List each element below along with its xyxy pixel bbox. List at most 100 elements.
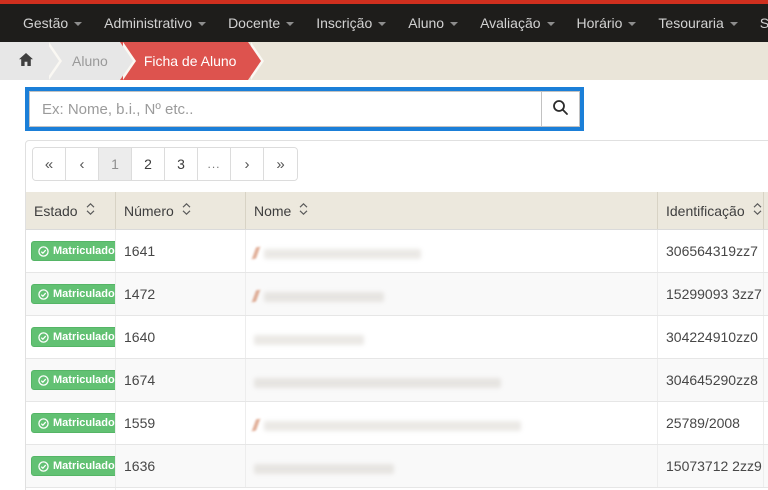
nav-item-administrativo[interactable]: Administrativo xyxy=(93,4,217,42)
pagination-page-3[interactable]: 3 xyxy=(165,148,198,180)
nome-cell-redacted xyxy=(246,445,658,487)
nav-item-label: Horário xyxy=(577,15,623,31)
redacted-name-blur xyxy=(254,464,394,474)
content-panel: «‹123...›» Estado Número Nome Identifica… xyxy=(25,140,768,490)
chevron-down-icon xyxy=(74,22,82,26)
column-header-numero[interactable]: Número xyxy=(116,192,246,229)
nav-item-inscricao[interactable]: Inscrição xyxy=(305,4,397,42)
nav-item-label: Inscrição xyxy=(316,15,372,31)
chevron-down-icon xyxy=(547,22,555,26)
search-highlight-box xyxy=(25,87,584,131)
identificacao-cell: 304224910zz0 xyxy=(658,316,764,358)
table-row[interactable]: Matriculado1641306564319zz7 xyxy=(26,230,768,273)
table-row[interactable]: Matriculado1559 25789/2008 xyxy=(26,402,768,445)
nome-cell-redacted xyxy=(246,273,658,315)
status-badge-label: Matriculado xyxy=(53,460,115,472)
pagination-first[interactable]: « xyxy=(33,148,66,180)
check-circle-icon xyxy=(38,418,49,429)
pagination-dots[interactable]: ... xyxy=(198,148,231,180)
numero-cell: 1559 xyxy=(116,402,246,444)
search-input[interactable] xyxy=(30,92,541,126)
nome-cell-redacted xyxy=(246,316,658,358)
table-row[interactable]: Matriculado163615073712 2zz9 xyxy=(26,445,768,488)
estado-cell: Matriculado xyxy=(26,359,116,401)
numero-cell: 1641 xyxy=(116,230,246,272)
status-badge: Matriculado xyxy=(31,241,116,261)
estado-cell: Matriculado xyxy=(26,402,116,444)
nome-cell-redacted xyxy=(246,402,658,444)
extra-cell xyxy=(764,230,768,272)
nav-item-label: Docente xyxy=(228,15,280,31)
check-circle-icon xyxy=(38,246,49,257)
identificacao-cell: 304645290zz8 xyxy=(658,359,764,401)
pagination: «‹123...›» xyxy=(32,147,298,181)
sort-icon xyxy=(753,202,762,219)
table-body: Matriculado1641306564319zz7 Matriculado1… xyxy=(26,230,768,490)
breadcrumb-label: Ficha de Aluno xyxy=(144,53,237,69)
redaction-mark xyxy=(252,419,260,431)
nav-item-label: Gestão xyxy=(23,15,68,31)
sort-icon xyxy=(299,202,308,219)
extra-cell xyxy=(764,273,768,315)
nav-item-docente[interactable]: Docente xyxy=(217,4,305,42)
redaction-mark xyxy=(252,247,260,259)
extra-cell xyxy=(764,402,768,444)
pagination-last[interactable]: » xyxy=(264,148,297,180)
nav-item-label: Tesouraria xyxy=(658,15,723,31)
app-window: Gestão Administrativo Docente Inscrição Alun… xyxy=(0,0,768,490)
numero-cell: 1472 xyxy=(116,273,246,315)
column-header-nome[interactable]: Nome xyxy=(246,192,658,229)
status-badge: Matriculado xyxy=(31,413,116,433)
check-circle-icon xyxy=(38,461,49,472)
estado-cell: Matriculado xyxy=(26,445,116,487)
chevron-down-icon xyxy=(730,22,738,26)
breadcrumb-item-ficha-de-aluno[interactable]: Ficha de Aluno xyxy=(120,42,249,80)
nav-item-gestao[interactable]: Gestão xyxy=(12,4,93,42)
search-button[interactable] xyxy=(541,92,579,126)
nav-item-tesouraria[interactable]: Tesouraria xyxy=(647,4,748,42)
table-row[interactable]: Matriculado1640 304224910zz0 xyxy=(26,316,768,359)
column-header-extra xyxy=(764,192,768,229)
column-header-estado[interactable]: Estado xyxy=(26,192,116,229)
chevron-down-icon xyxy=(628,22,636,26)
nav-item-servicos[interactable]: Serviços xyxy=(749,4,768,42)
status-badge-label: Matriculado xyxy=(53,288,115,300)
breadcrumb-label: Aluno xyxy=(72,53,108,69)
check-circle-icon xyxy=(38,289,49,300)
breadcrumb-home[interactable] xyxy=(0,42,46,80)
pagination-prev[interactable]: ‹ xyxy=(66,148,99,180)
redacted-name-blur xyxy=(264,249,421,259)
estado-cell: Matriculado xyxy=(26,230,116,272)
identificacao-cell: 15299093 3zz7 xyxy=(658,273,764,315)
pagination-page-2[interactable]: 2 xyxy=(132,148,165,180)
identificacao-cell: 25789/2008 xyxy=(658,402,764,444)
redacted-name-blur xyxy=(264,421,521,431)
sort-icon xyxy=(182,202,191,219)
chevron-down-icon xyxy=(198,22,206,26)
numero-cell: 1640 xyxy=(116,316,246,358)
nome-cell-redacted xyxy=(246,230,658,272)
status-badge: Matriculado xyxy=(31,327,116,347)
status-badge-label: Matriculado xyxy=(53,417,115,429)
nav-item-aluno[interactable]: Aluno xyxy=(397,4,469,42)
status-badge-label: Matriculado xyxy=(53,331,115,343)
pagination-next[interactable]: › xyxy=(231,148,264,180)
estado-cell: Matriculado xyxy=(26,273,116,315)
extra-cell xyxy=(764,316,768,358)
numero-cell: 1674 xyxy=(116,359,246,401)
table-row[interactable]: Matriculado1472 15299093 3zz7 xyxy=(26,273,768,316)
extra-cell xyxy=(764,445,768,487)
status-badge-label: Matriculado xyxy=(53,245,115,257)
nav-item-horario[interactable]: Horário xyxy=(566,4,648,42)
table-row[interactable]: Matriculado1674 304645290zz8 xyxy=(26,359,768,402)
pagination-page-1[interactable]: 1 xyxy=(99,148,132,180)
nome-cell-redacted xyxy=(246,359,658,401)
main-navbar: Gestão Administrativo Docente Inscrição Alun… xyxy=(0,4,768,42)
check-circle-icon xyxy=(38,332,49,343)
nav-item-avaliacao[interactable]: Avaliação xyxy=(469,4,565,42)
check-circle-icon xyxy=(38,375,49,386)
numero-cell: 1636 xyxy=(116,445,246,487)
estado-cell: Matriculado xyxy=(26,316,116,358)
home-icon xyxy=(18,52,34,70)
column-header-identificacao[interactable]: Identificação xyxy=(658,192,764,229)
